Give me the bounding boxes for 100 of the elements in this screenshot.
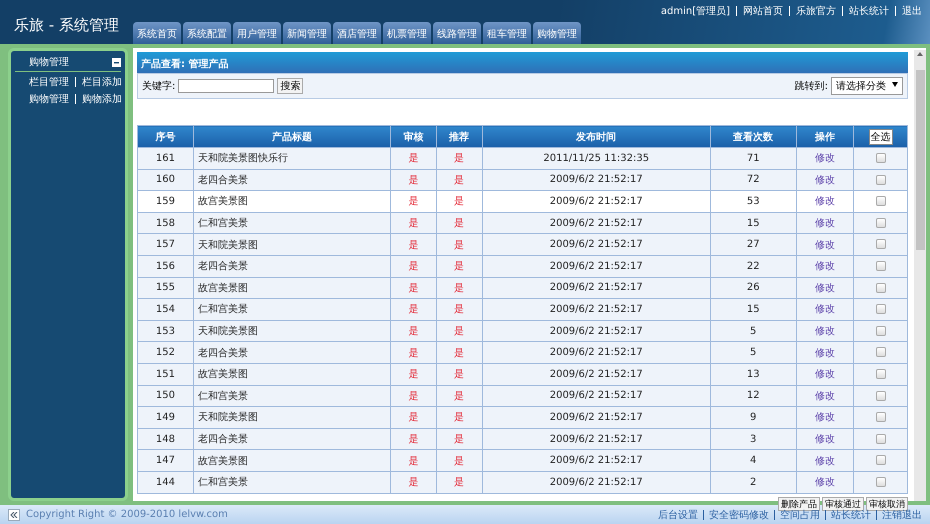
table-cell: 155 <box>138 277 194 299</box>
checkbox[interactable] <box>876 239 886 250</box>
table-cell: 是 <box>390 234 436 256</box>
table-cell: 2009/6/2 21:52:17 <box>482 277 710 299</box>
table-cell: 148 <box>138 428 194 450</box>
table-cell: 故宫美景图 <box>193 450 390 472</box>
footer-link[interactable]: 安全密码修改 <box>709 508 769 522</box>
checkbox[interactable] <box>876 412 886 422</box>
nav-tab[interactable]: 租车管理 <box>483 22 531 44</box>
table-cell: 3 <box>710 428 796 450</box>
nav-tab[interactable]: 线路管理 <box>433 22 481 44</box>
action-button[interactable]: 审核通过 <box>822 496 864 510</box>
nav-tab[interactable]: 系统首页 <box>133 22 181 44</box>
nav-tab[interactable]: 系统配置 <box>183 22 231 44</box>
table-cell: 147 <box>138 450 194 472</box>
header-link[interactable]: 站长统计 <box>849 4 889 18</box>
table-cell: 是 <box>390 169 436 191</box>
category-select[interactable]: 请选择分类 <box>831 77 903 95</box>
sidebar-link[interactable]: 栏目管理 <box>29 75 69 89</box>
table-cell: 老四合美景 <box>193 428 390 450</box>
table-cell: 故宫美景图 <box>193 277 390 299</box>
scrollbar[interactable] <box>914 50 926 501</box>
collapse-icon[interactable] <box>112 58 121 66</box>
nav-tab[interactable]: 机票管理 <box>383 22 431 44</box>
table-cell: 2009/6/2 21:52:17 <box>482 342 710 364</box>
table-cell: 是 <box>436 428 482 450</box>
header-link[interactable]: 网站首页 <box>743 4 783 18</box>
edit-link[interactable]: 修改 <box>814 282 835 294</box>
header-link[interactable]: 乐旅官方 <box>796 4 836 18</box>
table-cell: 是 <box>436 190 482 212</box>
copyright-text: Copyright Right © 2009-2010 lelvw.com <box>26 509 228 520</box>
edit-link[interactable]: 修改 <box>814 196 835 208</box>
scroll-up-arrow-icon[interactable] <box>917 52 923 56</box>
jump-label: 跳转到: <box>794 80 828 93</box>
column-header: 审核 <box>390 126 436 148</box>
nav-tab[interactable]: 酒店管理 <box>333 22 381 44</box>
table-cell: 故宫美景图 <box>193 190 390 212</box>
sidebar-link[interactable]: 栏目添加 <box>82 75 122 89</box>
table-cell: 5 <box>710 320 796 342</box>
checkbox[interactable] <box>876 390 886 401</box>
checkbox[interactable] <box>876 304 886 314</box>
edit-link[interactable]: 修改 <box>814 434 835 446</box>
checkbox[interactable] <box>876 174 886 185</box>
checkbox[interactable] <box>876 326 886 336</box>
nav-tab[interactable]: 用户管理 <box>233 22 281 44</box>
edit-link[interactable]: 修改 <box>814 369 835 380</box>
sidebar-title: 购物管理 <box>29 56 69 69</box>
nav-tab[interactable]: 新闻管理 <box>283 22 331 44</box>
column-header: 产品标题 <box>193 126 390 148</box>
table-cell: 12 <box>710 385 796 407</box>
edit-link[interactable]: 修改 <box>814 218 835 230</box>
action-button[interactable]: 审核取消 <box>866 496 908 510</box>
edit-link[interactable]: 修改 <box>814 456 835 467</box>
header-link[interactable]: 退出 <box>902 4 922 18</box>
table-cell: 是 <box>390 471 436 493</box>
search-field[interactable] <box>178 79 274 93</box>
table-cell: 71 <box>710 148 796 170</box>
edit-link[interactable]: 修改 <box>814 261 835 272</box>
table-cell: 是 <box>390 148 436 170</box>
checkbox[interactable] <box>876 369 886 379</box>
sidebar-link[interactable]: 购物添加 <box>82 92 122 106</box>
footer-link[interactable]: 站长统计 <box>831 508 871 522</box>
table-cell: 是 <box>436 320 482 342</box>
nav-tab[interactable]: 购物管理 <box>533 22 581 44</box>
checkbox[interactable] <box>876 282 886 293</box>
edit-link[interactable]: 修改 <box>814 348 835 359</box>
checkbox[interactable] <box>876 153 886 164</box>
checkbox[interactable] <box>876 218 886 228</box>
footer-link[interactable]: 空间占用 <box>780 508 820 522</box>
checkbox[interactable] <box>876 476 886 487</box>
select-all-button[interactable]: 全选 <box>868 128 893 144</box>
table-cell: 26 <box>710 277 796 299</box>
sidebar-link[interactable]: 购物管理 <box>29 92 69 106</box>
table-cell: 是 <box>436 277 482 299</box>
table-cell: 158 <box>138 212 194 234</box>
action-button[interactable]: 删除产品 <box>778 496 820 510</box>
edit-link[interactable]: 修改 <box>814 390 835 402</box>
collapse-button[interactable] <box>8 508 20 520</box>
footer-link[interactable]: 后台设置 <box>658 508 698 522</box>
edit-link[interactable]: 修改 <box>814 477 835 488</box>
edit-link[interactable]: 修改 <box>814 174 835 186</box>
table-cell: 是 <box>436 234 482 256</box>
edit-link[interactable]: 修改 <box>814 326 835 338</box>
edit-link[interactable]: 修改 <box>814 153 835 164</box>
edit-link[interactable]: 修改 <box>814 412 835 424</box>
table-cell: 149 <box>138 406 194 428</box>
edit-link[interactable]: 修改 <box>814 304 835 316</box>
table-cell: 2009/6/2 21:52:17 <box>482 385 710 407</box>
search-button[interactable]: 搜索 <box>277 78 304 94</box>
table-cell: 是 <box>436 385 482 407</box>
checkbox[interactable] <box>876 261 886 272</box>
table-cell: 5 <box>710 342 796 364</box>
footer-link[interactable]: 注销退出 <box>882 508 922 522</box>
checkbox[interactable] <box>876 455 886 466</box>
checkbox[interactable] <box>876 347 886 358</box>
table-cell: 是 <box>390 277 436 299</box>
table-cell: 15 <box>710 212 796 234</box>
edit-link[interactable]: 修改 <box>814 240 835 251</box>
checkbox[interactable] <box>876 196 886 206</box>
checkbox[interactable] <box>876 434 886 444</box>
